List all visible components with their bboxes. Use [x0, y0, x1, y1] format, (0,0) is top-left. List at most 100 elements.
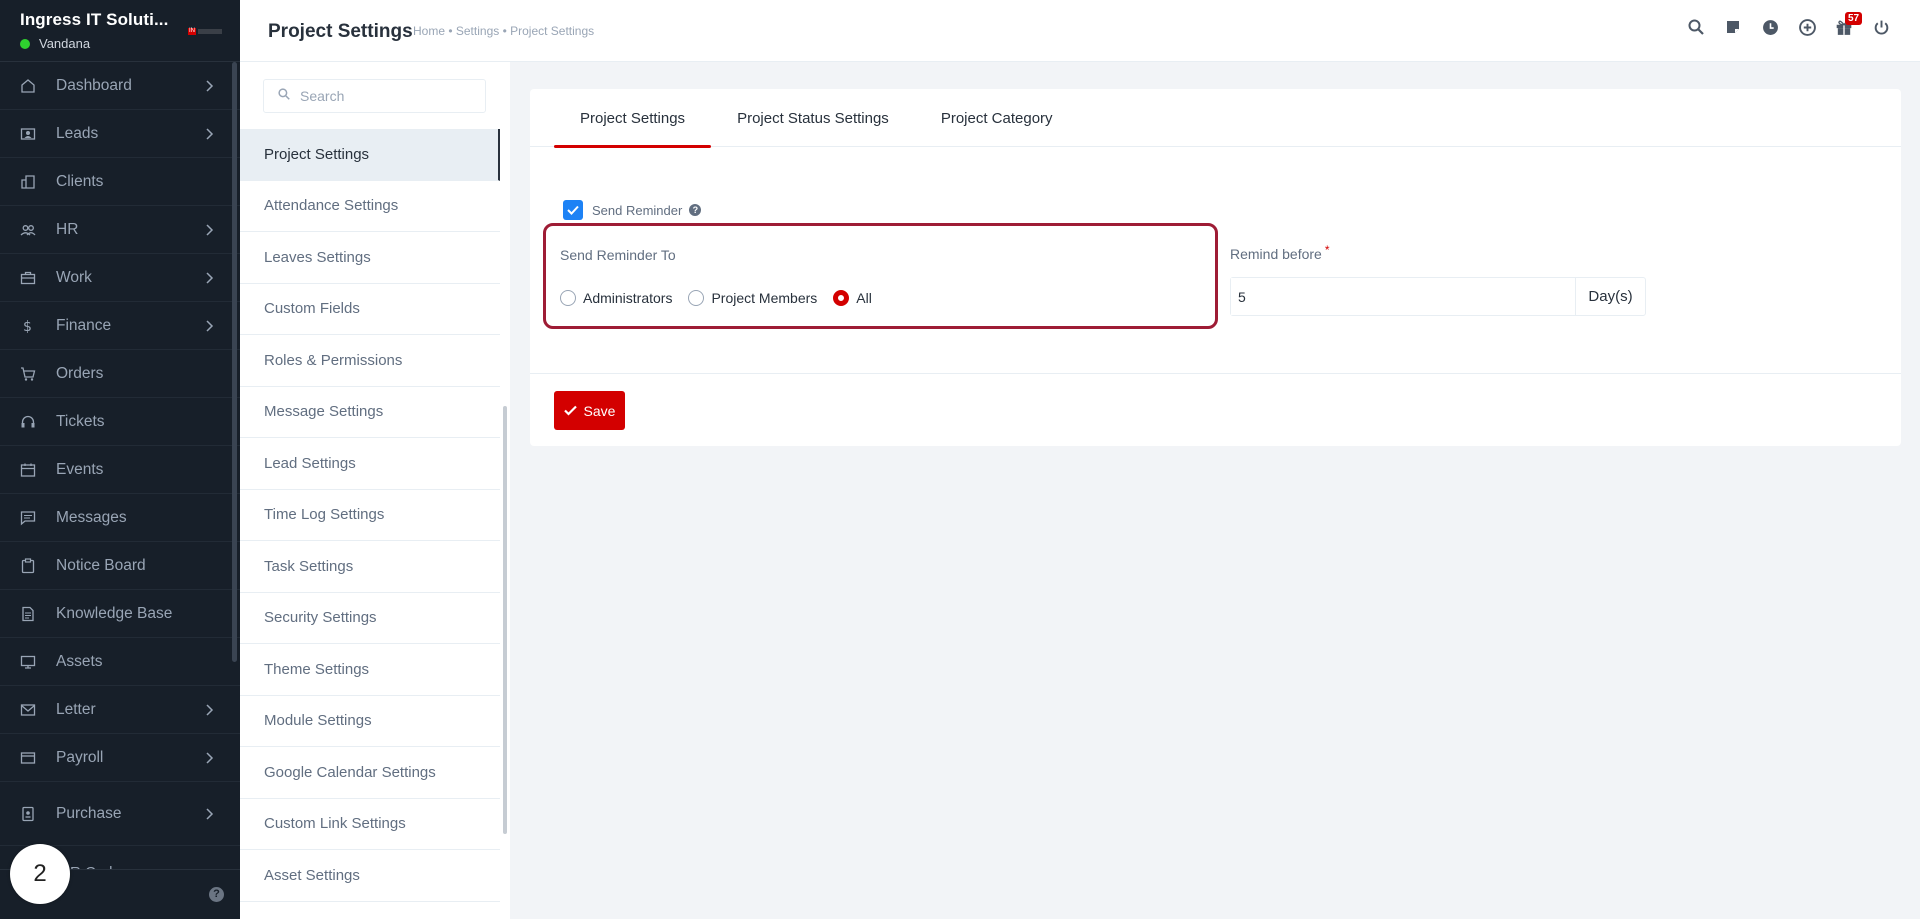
settings-search-input[interactable] — [300, 88, 470, 104]
sidebar-item-label: Assets — [56, 652, 103, 670]
sidebar-item-dashboard[interactable]: Dashboard — [0, 62, 240, 110]
sidebar-item-orders[interactable]: Orders — [0, 350, 240, 398]
online-status-dot — [20, 38, 30, 49]
sidebar-menu: Dashboard Leads Clients HR Work $ Financ… — [0, 62, 240, 846]
settings-search[interactable] — [263, 79, 486, 113]
project-settings-card: Project Settings Project Status Settings… — [530, 89, 1901, 446]
chevron-right-icon — [206, 79, 214, 97]
sidebar-item-label: Letter — [56, 700, 96, 718]
radio-all[interactable] — [833, 290, 850, 306]
document-icon — [20, 606, 36, 622]
radio-project-members[interactable] — [688, 290, 705, 306]
settings-nav-custom-link[interactable]: Custom Link Settings — [240, 799, 500, 850]
sidebar-item-notice-board[interactable]: Notice Board — [0, 542, 240, 590]
monitor-icon — [20, 654, 36, 670]
search-icon[interactable] — [1687, 18, 1705, 36]
sidebar-item-finance[interactable]: $ Finance — [0, 302, 240, 350]
brand-header[interactable]: Ingress IT Soluti... Vandana IN — [0, 0, 240, 62]
sidebar-item-purchase[interactable]: Purchase — [0, 782, 240, 846]
sidebar-item-label: Clients — [56, 172, 104, 190]
sidebar-item-knowledge-base[interactable]: Knowledge Base — [0, 590, 240, 638]
settings-nav-task[interactable]: Task Settings — [240, 541, 500, 593]
sidebar-item-label: Work — [56, 268, 92, 286]
chevron-right-icon — [206, 271, 214, 289]
settings-nav-leaves[interactable]: Leaves Settings — [240, 232, 500, 284]
sidebar-item-hr[interactable]: HR — [0, 206, 240, 254]
tab-project-category[interactable]: Project Category — [915, 89, 1079, 147]
settings-nav-custom-fields[interactable]: Custom Fields — [240, 284, 500, 335]
check-icon — [563, 405, 577, 416]
envelope-icon — [20, 702, 36, 718]
settings-nav-google-calendar[interactable]: Google Calendar Settings — [240, 747, 500, 799]
sidebar-item-leads[interactable]: Leads — [0, 110, 240, 158]
remind-before-unit: Day(s) — [1575, 278, 1645, 315]
question-icon[interactable]: ? — [689, 204, 702, 216]
settings-nav-asset[interactable]: Asset Settings — [240, 850, 500, 902]
radio-label-project-members[interactable]: Project Members — [711, 290, 817, 306]
settings-nav-message[interactable]: Message Settings — [240, 387, 500, 438]
add-circle-icon[interactable] — [1798, 18, 1816, 36]
settings-nav-roles[interactable]: Roles & Permissions — [240, 335, 500, 387]
card-footer: Save — [530, 373, 1901, 446]
notification-count-badge: 57 — [1845, 12, 1863, 25]
sidebar-item-label: Notice Board — [56, 556, 146, 574]
clock-icon[interactable] — [1761, 18, 1779, 36]
required-marker: * — [1324, 243, 1330, 257]
contact-card-icon — [20, 126, 36, 142]
sidebar-scrollbar[interactable] — [232, 62, 237, 662]
search-icon — [278, 87, 290, 105]
sticky-note-icon[interactable] — [1724, 18, 1742, 36]
sidebar-item-letter[interactable]: Letter — [0, 686, 240, 734]
sidebar-item-label: Finance — [56, 316, 112, 334]
dollar-icon: $ — [20, 318, 36, 334]
sidebar-item-work[interactable]: Work — [0, 254, 240, 302]
chevron-right-icon — [206, 751, 214, 769]
tab-project-status-settings[interactable]: Project Status Settings — [711, 89, 915, 147]
sidebar-item-label: Leads — [56, 124, 99, 142]
radio-administrators[interactable] — [560, 290, 576, 306]
company-logo: IN — [188, 26, 222, 36]
save-button[interactable]: Save — [554, 391, 625, 430]
sidebar-item-label: Tickets — [56, 412, 105, 430]
user-name: Vandana — [39, 36, 91, 51]
header-actions: 57 — [1668, 12, 1890, 36]
sidebar-item-assets[interactable]: Assets — [0, 638, 240, 686]
chevron-right-icon — [206, 703, 214, 721]
remind-before-input[interactable] — [1231, 278, 1575, 315]
tab-project-settings[interactable]: Project Settings — [554, 89, 712, 148]
save-button-label: Save — [583, 402, 616, 419]
sidebar-item-events[interactable]: Events — [0, 446, 240, 494]
radio-label-all[interactable]: All — [856, 290, 872, 306]
people-icon — [20, 222, 36, 238]
sidebar-item-clients[interactable]: Clients — [0, 158, 240, 206]
send-reminder-to-label: Send Reminder To — [560, 247, 676, 263]
settings-nav-project[interactable]: Project Settings — [240, 129, 500, 181]
chevron-right-icon — [206, 319, 214, 337]
remind-before-input-group: Day(s) — [1230, 277, 1646, 316]
settings-nav-time-log[interactable]: Time Log Settings — [240, 490, 500, 541]
headset-icon — [20, 414, 36, 430]
radio-label-administrators[interactable]: Administrators — [583, 290, 672, 306]
help-icon[interactable]: ? — [209, 887, 224, 902]
settings-nav-scrollbar[interactable] — [503, 406, 507, 834]
settings-nav-attendance[interactable]: Attendance Settings — [240, 181, 500, 232]
sidebar-item-label: HR — [56, 220, 79, 238]
gift-notification-icon[interactable]: 57 — [1835, 12, 1863, 36]
sidebar-item-label: Orders — [56, 364, 104, 382]
main-sidebar: Ingress IT Soluti... Vandana IN Dashboar… — [0, 0, 240, 919]
send-reminder-checkbox[interactable] — [563, 200, 583, 220]
settings-nav-theme[interactable]: Theme Settings — [240, 644, 500, 696]
calendar-icon — [20, 462, 36, 478]
settings-nav-module[interactable]: Module Settings — [240, 696, 500, 747]
send-reminder-to-group: Send Reminder To Administrators Project … — [543, 223, 1218, 329]
chevron-right-icon — [206, 223, 214, 241]
sidebar-item-messages[interactable]: Messages — [0, 494, 240, 542]
settings-nav-lead[interactable]: Lead Settings — [240, 438, 500, 490]
sidebar-item-payroll[interactable]: Payroll — [0, 734, 240, 782]
power-icon[interactable] — [1872, 18, 1890, 36]
sidebar-item-label: Dashboard — [56, 76, 132, 94]
sidebar-item-label: Purchase — [56, 804, 122, 822]
sidebar-item-tickets[interactable]: Tickets — [0, 398, 240, 446]
settings-nav-security[interactable]: Security Settings — [240, 593, 500, 644]
remind-before-label: Remind before * — [1230, 243, 1330, 262]
